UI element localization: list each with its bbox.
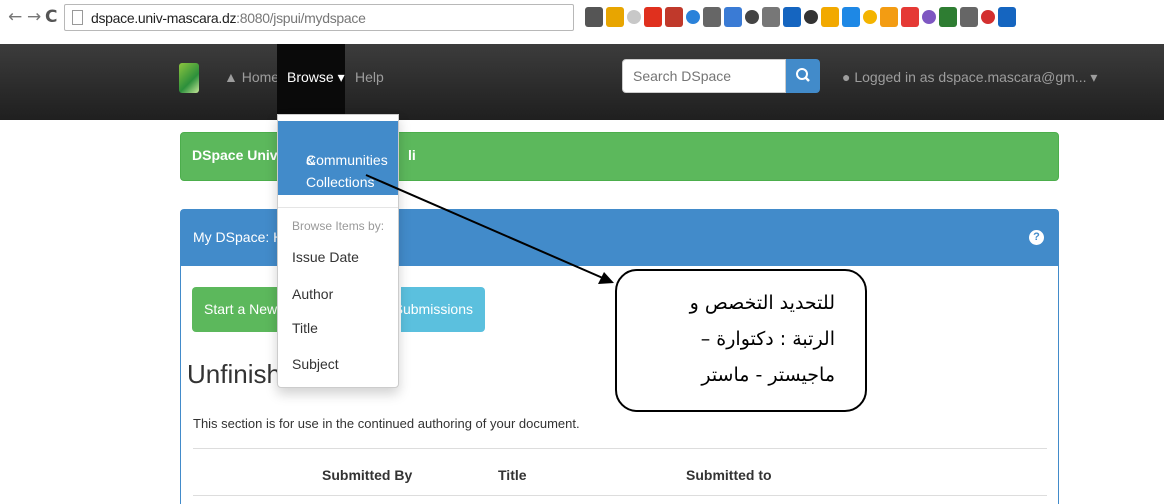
callout-line: الرتبة : دكتوارة – <box>700 328 835 350</box>
annotation-callout: للتحديد التخصص و الرتبة : دكتوارة – ماجي… <box>615 269 867 412</box>
annotation-arrow <box>365 174 614 284</box>
callout-line: ماجيستر - ماستر <box>701 364 835 386</box>
callout-text: للتحديد التخصص و الرتبة : دكتوارة – ماجي… <box>615 285 835 393</box>
callout-line: للتحديد التخصص و <box>689 292 835 314</box>
